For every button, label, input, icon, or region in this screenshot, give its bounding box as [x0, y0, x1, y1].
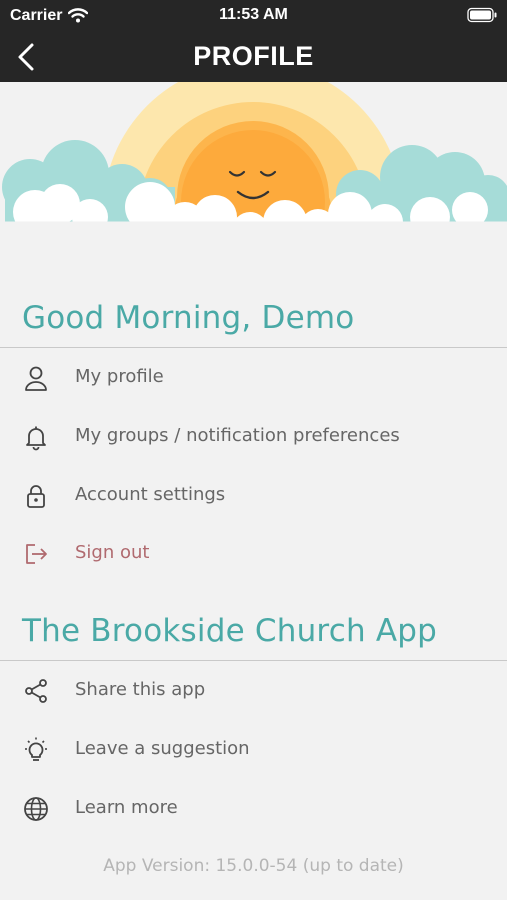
- share-app-item[interactable]: Share this app: [0, 665, 507, 715]
- divider: [0, 660, 507, 661]
- my-groups-label: My groups / notification preferences: [75, 425, 400, 446]
- app-version: App Version: 15.0.0-54 (up to date): [103, 856, 404, 876]
- app-section-title: The Brookside Church App: [22, 613, 438, 649]
- lock-icon: [22, 482, 50, 510]
- status-time: 11:53 AM: [219, 6, 288, 23]
- my-profile-label: My profile: [75, 366, 164, 387]
- suggestion-label: Leave a suggestion: [75, 738, 250, 759]
- account-settings-item[interactable]: Account settings: [0, 470, 507, 520]
- sunrise-illustration: [0, 62, 507, 282]
- bell-icon: [22, 423, 50, 451]
- my-groups-item[interactable]: My groups / notification preferences: [0, 411, 507, 461]
- my-profile-item[interactable]: My profile: [0, 352, 507, 402]
- share-app-label: Share this app: [75, 679, 206, 700]
- sign-out-icon: [22, 540, 50, 568]
- lightbulb-icon: [22, 736, 50, 764]
- share-icon: [22, 677, 50, 705]
- account-settings-label: Account settings: [75, 484, 226, 505]
- learn-more-label: Learn more: [75, 797, 178, 818]
- sign-out-item[interactable]: Sign out: [0, 528, 507, 578]
- divider: [0, 347, 507, 348]
- person-icon: [22, 364, 50, 392]
- greeting-title: Good Morning, Demo: [22, 300, 355, 336]
- sign-out-label: Sign out: [75, 542, 150, 563]
- learn-more-item[interactable]: Learn more: [0, 783, 507, 833]
- suggestion-item[interactable]: Leave a suggestion: [0, 724, 507, 774]
- nav-bar: PROFILE: [0, 32, 507, 82]
- page-title: PROFILE: [193, 41, 314, 71]
- battery-icon: [467, 7, 497, 28]
- status-bar: Carrier 11:53 AM: [0, 0, 507, 32]
- globe-icon: [22, 795, 50, 823]
